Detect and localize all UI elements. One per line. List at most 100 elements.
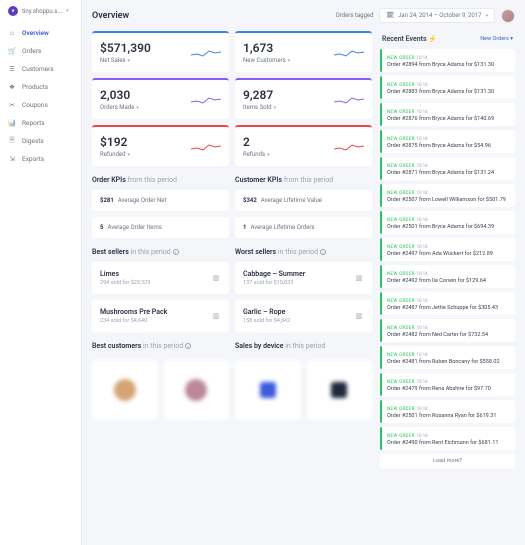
events-filter-link[interactable]: New Orders ▾	[480, 36, 513, 42]
main: Overview Orders tagged 🗓 Jan 24, 2014 – …	[82, 0, 525, 545]
nav-label: Coupons	[22, 101, 48, 109]
event-text: Order #2501 from Bryce Adams for $694.39	[387, 224, 510, 230]
event-tag: NEW ORDER	[387, 245, 415, 250]
event-time: 10:14	[416, 326, 427, 331]
kpi-row: $281Average Order Net	[92, 190, 229, 211]
page-title: Overview	[92, 11, 129, 21]
event-item[interactable]: NEW ORDER 10:14Order #2876 from Bryce Ad…	[380, 103, 515, 126]
sidebar-item-exports[interactable]: ⇲Exports	[0, 150, 81, 168]
event-tag: NEW ORDER	[387, 137, 415, 142]
chevron-down-icon: ▾	[485, 13, 488, 19]
info-icon[interactable]: i	[173, 249, 179, 255]
bar-chart-icon: ▥	[354, 273, 364, 283]
chevron-down-icon: ▾	[128, 152, 131, 158]
customer-card[interactable]	[164, 360, 230, 420]
customers-icon: ☰	[8, 65, 16, 73]
event-item[interactable]: NEW ORDER 10:14Order #2875 from Bryce Ad…	[380, 130, 515, 153]
bolt-icon: ⚡	[428, 35, 437, 43]
event-text: Order #2871 from Bryce Adams for $131.24	[387, 170, 510, 176]
date-range-picker[interactable]: 🗓 Jan 24, 2014 – October 9, 2017 ▾	[379, 8, 495, 23]
event-item[interactable]: NEW ORDER 10:14Order #2490 from Rent Eic…	[380, 427, 515, 450]
event-item[interactable]: NEW ORDER 10:14Order #2883 from Bryce Ad…	[380, 76, 515, 99]
overview-icon: ⌂	[8, 29, 16, 37]
sidebar: ● tiny.shoppu.s... ▾ ⌂Overview🛒Orders ☰ Cu…	[0, 0, 82, 545]
info-icon[interactable]: i	[320, 249, 326, 255]
calendar-icon: 🗓	[386, 12, 394, 19]
order-kpis-heading: Order KPIs from this period	[92, 176, 229, 184]
brand-selector[interactable]: ● tiny.shoppu.s... ▾	[0, 6, 81, 24]
kpi-card-net-sales[interactable]: $571,390Net Sales ▾	[92, 31, 229, 72]
event-item[interactable]: NEW ORDER 10:14Order #2481 from Ruben Bo…	[380, 346, 515, 369]
kpi-card-items-sold[interactable]: 9,287Items Sold ▾	[235, 78, 372, 119]
kpi-card-orders-made[interactable]: 2,030Orders Made ▾	[92, 78, 229, 119]
sidebar-item-products[interactable]: ❖Products	[0, 78, 81, 96]
product-card[interactable]: Cabbage – Summer137 sold for $10,833▥	[235, 262, 372, 294]
nav-label: Products	[22, 83, 48, 91]
device-card[interactable]	[307, 360, 373, 420]
event-item[interactable]: NEW ORDER 10:14Order #2501 from Rosanna …	[380, 400, 515, 423]
event-item[interactable]: NEW ORDER 10:14Order #2507 from Lowell W…	[380, 184, 515, 207]
bar-chart-icon: ▥	[354, 311, 364, 321]
event-tag: NEW ORDER	[387, 191, 415, 196]
event-item[interactable]: NEW ORDER 10:14Order #2894 from Bryce Ad…	[380, 49, 515, 72]
event-time: 10:14	[416, 299, 427, 304]
event-tag: NEW ORDER	[387, 434, 415, 439]
event-text: Order #2492 from Ila Corwin for $129.64	[387, 278, 510, 284]
event-tag: NEW ORDER	[387, 380, 415, 385]
event-text: Order #2876 from Bryce Adams for $140.69	[387, 116, 510, 122]
event-time: 10:14	[416, 137, 427, 142]
event-tag: NEW ORDER	[387, 353, 415, 358]
event-item[interactable]: NEW ORDER 10:14Order #2497 from Ada Wuck…	[380, 238, 515, 261]
event-item[interactable]: NEW ORDER 10:14Order #2479 from Rena Abs…	[380, 373, 515, 396]
kpi-row: $342Average Lifetime Value	[235, 190, 372, 211]
event-text: Order #2482 from Ned Carter for $732.54	[387, 332, 510, 338]
product-card[interactable]: Mushrooms Pre Pack234 sold for $4,640▥	[92, 300, 229, 332]
kpi-card-new-customers[interactable]: 1,673New Customers ▾	[235, 31, 372, 72]
event-time: 10:14	[416, 353, 427, 358]
sparkline-icon	[334, 141, 364, 153]
bar-chart-icon: ▥	[211, 273, 221, 283]
product-card[interactable]: Limes294 sold for $28,329▥	[92, 262, 229, 294]
chevron-down-icon: ▾	[288, 58, 291, 64]
event-item[interactable]: NEW ORDER 10:14Order #2492 from Ila Corw…	[380, 265, 515, 288]
sidebar-item-reports[interactable]: 📊Reports	[0, 114, 81, 132]
event-text: Order #2479 from Rena Abshire for $97.70	[387, 386, 510, 392]
event-item[interactable]: NEW ORDER 10:14Order #2482 from Ned Cart…	[380, 319, 515, 342]
kpi-card-refunds[interactable]: 2Refunds ▾	[235, 125, 372, 166]
sparkline-icon	[191, 47, 221, 59]
event-time: 10:14	[416, 110, 427, 115]
sparkline-icon	[334, 47, 364, 59]
load-more-button[interactable]: Load more?	[380, 454, 515, 468]
event-item[interactable]: NEW ORDER 10:14Order #2487 from Jettie S…	[380, 292, 515, 315]
event-tag: NEW ORDER	[387, 83, 415, 88]
nav-label: Customers	[22, 65, 54, 73]
sidebar-item-overview[interactable]: ⌂Overview	[0, 24, 81, 42]
info-icon[interactable]: i	[185, 343, 191, 349]
event-time: 10:14	[416, 245, 427, 250]
event-time: 10:14	[416, 434, 427, 439]
brand-logo-icon: ●	[8, 6, 18, 16]
product-card[interactable]: Garlic – Rope158 sold for $4,842▥	[235, 300, 372, 332]
event-time: 10:14	[416, 56, 427, 61]
nav-label: Digests	[22, 137, 44, 145]
coupons-icon: ✂	[8, 101, 16, 109]
user-avatar[interactable]	[501, 9, 515, 23]
sidebar-item-customers[interactable]: ☰ Customers	[0, 60, 81, 78]
event-item[interactable]: NEW ORDER 10:14Order #2871 from Bryce Ad…	[380, 157, 515, 180]
customer-card[interactable]	[92, 360, 158, 420]
event-tag: NEW ORDER	[387, 110, 415, 115]
recent-events-panel: Recent Events ⚡ New Orders ▾ NEW ORDER 1…	[380, 31, 515, 535]
event-tag: NEW ORDER	[387, 164, 415, 169]
sidebar-item-coupons[interactable]: ✂ Coupons	[0, 96, 81, 114]
device-card[interactable]	[235, 360, 301, 420]
sidebar-item-orders[interactable]: 🛒Orders	[0, 42, 81, 60]
sales-by-device-heading: Sales by device in this period	[235, 342, 372, 350]
event-time: 10:14	[416, 83, 427, 88]
kpi-card-refunded[interactable]: $192Refunded ▾	[92, 125, 229, 166]
event-text: Order #2487 from Jettie Schuppe for $305…	[387, 305, 510, 311]
best-customers-heading: Best customers in this periodi	[92, 342, 229, 350]
digests-icon: 🗎	[8, 137, 16, 145]
event-item[interactable]: NEW ORDER 10:14Order #2501 from Bryce Ad…	[380, 211, 515, 234]
sidebar-item-digests[interactable]: 🗎 Digests	[0, 132, 81, 150]
event-text: Order #2490 from Rent Eichmann for $681.…	[387, 440, 510, 446]
